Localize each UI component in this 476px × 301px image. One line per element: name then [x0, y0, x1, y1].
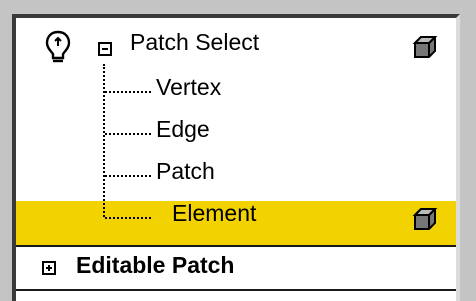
lightbulb-icon[interactable]: [44, 30, 72, 64]
modifier-row-patch-select[interactable]: Patch Select: [16, 26, 456, 68]
sub-object-patch[interactable]: Patch: [16, 152, 456, 194]
sub-object-edge[interactable]: Edge: [16, 110, 456, 152]
editable-patch-label: Editable Patch: [76, 252, 235, 278]
plus-box-icon[interactable]: [42, 261, 56, 275]
sub-object-label: Vertex: [156, 74, 222, 100]
modifier-stack-panel: Patch Select Vertex Edge Patch Element E…: [12, 14, 460, 301]
cube-icon[interactable]: [412, 206, 438, 232]
sub-object-vertex[interactable]: Vertex: [16, 68, 456, 110]
sub-object-label: Element: [172, 200, 257, 226]
modifier-row-editable-patch[interactable]: Editable Patch: [16, 247, 456, 289]
row-divider: [16, 289, 456, 291]
sub-object-element[interactable]: Element: [16, 194, 456, 236]
patch-select-label: Patch Select: [130, 29, 260, 55]
sub-object-label: Edge: [156, 116, 210, 142]
cube-icon[interactable]: [412, 34, 438, 60]
stage: Patch Select Vertex Edge Patch Element E…: [0, 0, 476, 301]
sub-object-label: Patch: [156, 158, 215, 184]
minus-box-icon[interactable]: [98, 42, 112, 56]
